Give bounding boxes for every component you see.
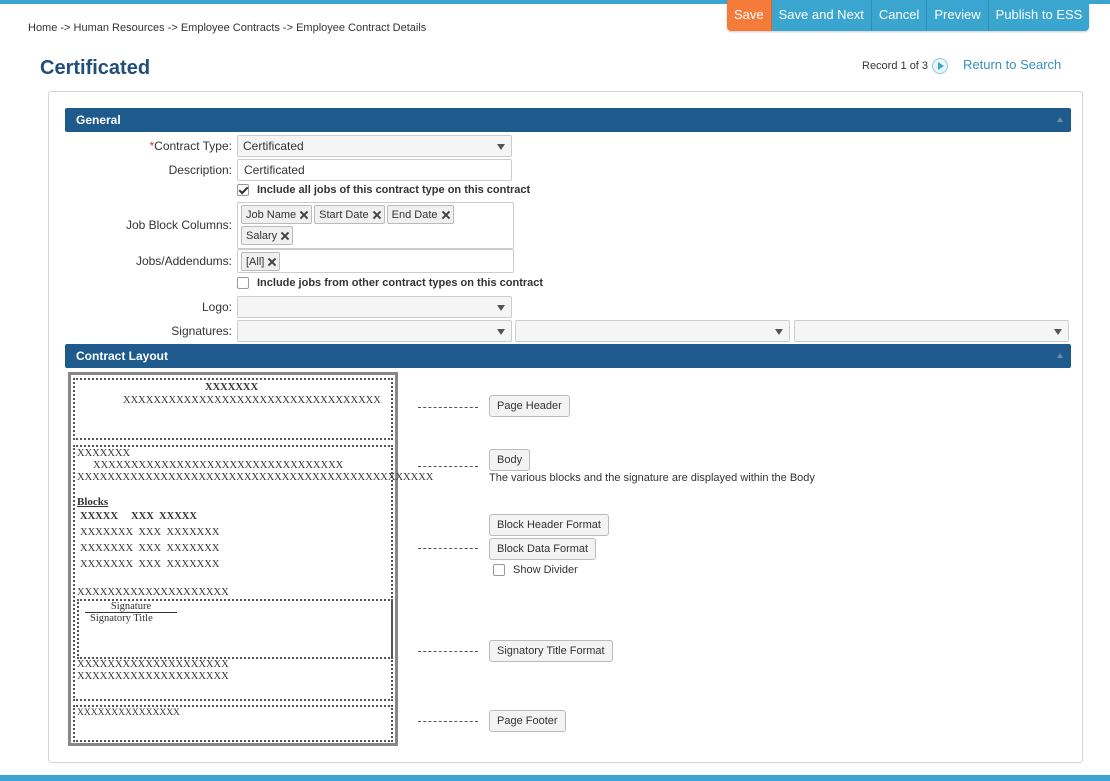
chevron-down-icon: [1054, 329, 1062, 335]
job-column-tag: Start Date: [314, 205, 385, 224]
cancel-button[interactable]: Cancel: [871, 0, 928, 31]
body-line-2: XXXXXXXXXXXXXXXXXXXXXXXXXXXXXXXXX: [93, 460, 344, 471]
job-block-columns-multiselect[interactable]: Job Name Start Date End Date Salary: [237, 202, 514, 249]
jobs-addendums-multiselect[interactable]: [All]: [237, 249, 514, 273]
chevron-down-icon: [775, 329, 783, 335]
include-all-jobs-label: Include all jobs of this contract type o…: [257, 184, 531, 196]
connector-line: [418, 466, 478, 467]
signature-select-3[interactable]: [794, 320, 1069, 342]
jobs-addendums-label: Jobs/Addendums:: [135, 254, 232, 268]
contract-type-label: *Contract Type:: [72, 139, 233, 153]
jobs-addendum-tag: [All]: [241, 252, 281, 271]
next-record-icon[interactable]: [932, 58, 949, 74]
block-data-row: XXXXXXX XXX XXXXXXX: [80, 559, 220, 570]
block-data-format-button[interactable]: Block Data Format: [489, 538, 597, 560]
publish-to-ess-button[interactable]: Publish to ESS: [988, 0, 1090, 31]
page-title: Certificated: [40, 57, 151, 79]
contract-layout-section-header[interactable]: Contract Layout: [65, 344, 1071, 368]
blocks-heading: Blocks: [77, 496, 109, 508]
record-navigator: Record 1 of 3: [862, 58, 949, 74]
signatory-title-format-button[interactable]: Signatory Title Format: [489, 640, 613, 662]
remove-tag-icon[interactable]: [268, 258, 276, 266]
remove-tag-icon[interactable]: [300, 211, 308, 219]
body-button[interactable]: Body: [489, 449, 531, 471]
remove-tag-icon[interactable]: [373, 211, 381, 219]
tag-label: Start Date: [319, 208, 369, 221]
general-section-header[interactable]: General: [65, 108, 1071, 132]
remove-tag-icon[interactable]: [281, 232, 289, 240]
connector-line: [418, 721, 478, 722]
signature-select-2[interactable]: [515, 320, 790, 342]
job-column-tag: End Date: [386, 205, 454, 224]
description-input[interactable]: Certificated: [237, 159, 512, 181]
tag-label: Job Name: [246, 208, 297, 221]
body-after-signature-1: XXXXXXXXXXXXXXXXXXXX: [77, 659, 229, 670]
include-other-jobs-row[interactable]: Include jobs from other contract types o…: [237, 277, 543, 289]
contract-type-select[interactable]: Certificated: [237, 135, 512, 157]
tag-label: Salary: [246, 229, 278, 242]
collapse-icon[interactable]: [1057, 353, 1063, 358]
tag-label: End Date: [391, 208, 438, 221]
job-block-columns-label: Job Block Columns:: [125, 218, 232, 232]
preview-button[interactable]: Preview: [927, 0, 989, 31]
job-column-tag: Job Name: [241, 205, 313, 224]
chevron-down-icon: [497, 329, 505, 335]
body-after-blocks: XXXXXXXXXXXXXXXXXXXX: [77, 587, 229, 598]
save-and-next-button[interactable]: Save and Next: [771, 0, 872, 31]
connector-line: [418, 407, 478, 408]
contract-layout-section-title: Contract Layout: [76, 349, 169, 363]
connector-line: [418, 651, 478, 652]
contract-type-label-text: Contract Type:: [154, 139, 232, 153]
page-header-button[interactable]: Page Header: [489, 395, 570, 417]
tag-label: [All]: [246, 255, 265, 268]
body-line-1: XXXXXXX: [77, 448, 131, 459]
block-header-format-button[interactable]: Block Header Format: [489, 514, 609, 536]
block-data-row: XXXXXXX XXX XXXXXXX: [80, 543, 220, 554]
signature-line: Signature: [85, 601, 177, 613]
logo-select[interactable]: [237, 296, 512, 318]
include-all-jobs-checkbox[interactable]: [237, 184, 249, 196]
body-note: The various blocks and the signature are…: [489, 472, 815, 484]
footer-placeholder: XXXXXXXXXXXXXXX: [77, 708, 180, 718]
body-line-3: XXXXXXXXXXXXXXXXXXXXXXXXXXXXXXXXXXXXXXXX…: [77, 472, 434, 483]
chevron-down-icon: [497, 305, 505, 311]
include-all-jobs-row[interactable]: Include all jobs of this contract type o…: [237, 184, 530, 196]
contract-layout-preview: XXXXXXX XXXXXXXXXXXXXXXXXXXXXXXXXXXXXXXX…: [68, 372, 433, 746]
remove-tag-icon[interactable]: [442, 211, 450, 219]
contract-type-value: Certificated: [243, 139, 304, 153]
page-footer-button[interactable]: Page Footer: [489, 710, 566, 732]
signature-select-1[interactable]: [237, 320, 512, 342]
save-button[interactable]: Save: [727, 0, 772, 31]
chevron-down-icon: [497, 144, 505, 150]
action-toolbar: Save Save and Next Cancel Preview Publis…: [727, 0, 1090, 31]
include-other-jobs-checkbox[interactable]: [237, 277, 249, 289]
header-line-placeholder: XXXXXXXXXXXXXXXXXXXXXXXXXXXXXXXXXX: [123, 395, 381, 406]
show-divider-row[interactable]: Show Divider: [493, 564, 578, 576]
logo-label: Logo:: [201, 300, 232, 314]
header-title-placeholder: XXXXXXX: [205, 382, 259, 393]
block-data-row: XXXXXXX XXX XXXXXXX: [80, 527, 220, 538]
show-divider-label: Show Divider: [513, 564, 578, 576]
job-column-tag: Salary: [241, 226, 294, 245]
description-label: Description:: [168, 163, 232, 177]
include-other-jobs-label: Include jobs from other contract types o…: [257, 277, 544, 289]
connector-line: [418, 548, 478, 549]
return-to-search-link[interactable]: Return to Search: [963, 57, 1061, 72]
breadcrumb[interactable]: Home -> Human Resources -> Employee Cont…: [28, 22, 426, 34]
signatory-title: Signatory Title: [90, 613, 153, 624]
record-count: Record 1 of 3: [862, 60, 929, 72]
collapse-icon[interactable]: [1057, 117, 1063, 122]
body-after-signature-2: XXXXXXXXXXXXXXXXXXXX: [77, 671, 229, 682]
bottom-accent-bar: [0, 775, 1110, 781]
show-divider-checkbox[interactable]: [493, 564, 505, 576]
general-section-title: General: [76, 113, 121, 127]
block-header-row: XXXXX XXX XXXXX: [80, 511, 197, 522]
signatures-label: Signatures:: [171, 324, 232, 338]
